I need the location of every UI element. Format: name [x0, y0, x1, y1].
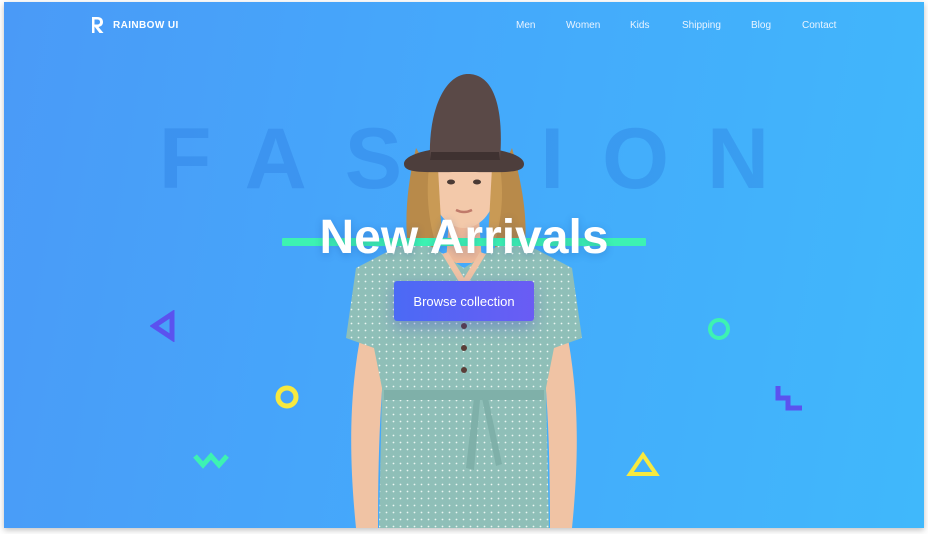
browse-collection-button[interactable]: Browse collection [394, 281, 534, 321]
triangle-left-icon [150, 310, 175, 342]
nav-item-shipping[interactable]: Shipping [682, 20, 721, 31]
nav-item-kids[interactable]: Kids [630, 20, 649, 31]
nav-item-contact[interactable]: Contact [802, 20, 836, 31]
ring-icon [708, 318, 730, 340]
nav-item-men[interactable]: Men [516, 20, 535, 31]
nav-item-women[interactable]: Women [566, 20, 600, 31]
step-icon [775, 386, 802, 411]
ring-icon [275, 385, 299, 409]
nav-item-blog[interactable]: Blog [751, 20, 771, 31]
hero-section: RAINBOW UI Men Women Kids Shipping Blog … [4, 2, 924, 528]
main-nav: Men Women Kids Shipping Blog Contact [4, 20, 924, 34]
hero-headline: New Arrivals [319, 211, 609, 264]
zigzag-icon [193, 452, 229, 469]
triangle-icon [626, 451, 660, 476]
